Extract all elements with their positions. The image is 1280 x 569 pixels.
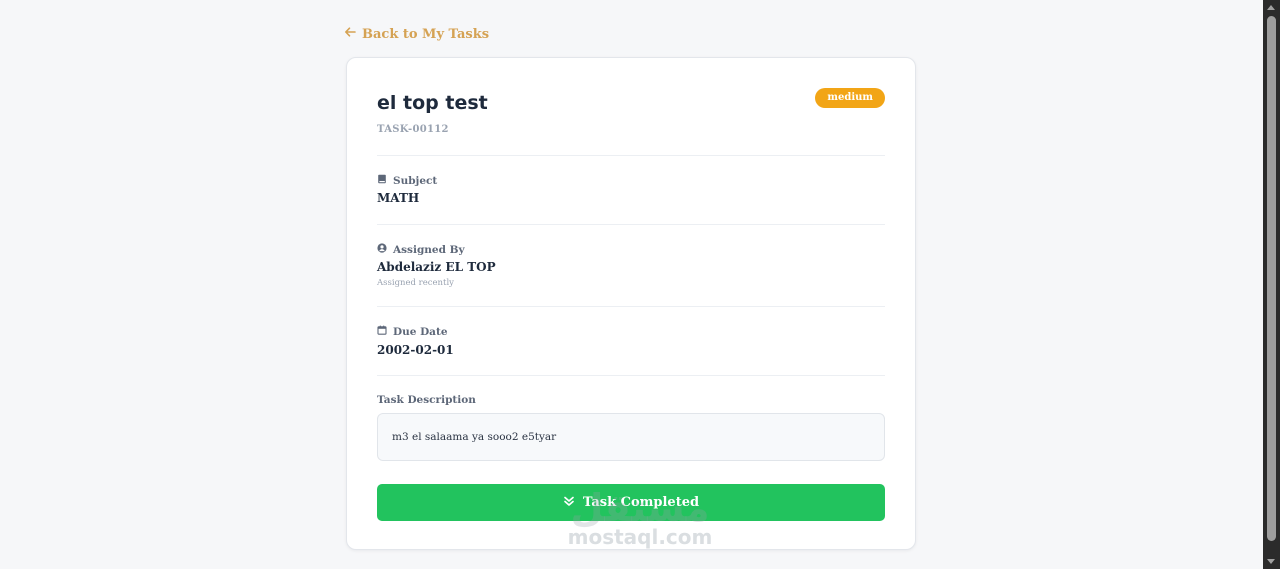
scroll-thumb[interactable] bbox=[1267, 16, 1276, 541]
assigned-by-label: Assigned By bbox=[377, 243, 465, 256]
task-card: el top test TASK-00112 medium Subject MA… bbox=[346, 57, 916, 550]
back-to-tasks-link[interactable]: Back to My Tasks bbox=[344, 26, 489, 42]
task-details-page: Back to My Tasks el top test TASK-00112 … bbox=[0, 0, 1280, 569]
calendar-icon bbox=[377, 325, 387, 338]
subject-label: Subject bbox=[377, 174, 437, 187]
vertical-scrollbar[interactable] bbox=[1263, 0, 1280, 569]
assigned-by-label-text: Assigned By bbox=[393, 243, 465, 256]
divider bbox=[377, 306, 885, 307]
divider bbox=[377, 375, 885, 376]
subject-value: MATH bbox=[377, 191, 420, 205]
divider bbox=[377, 224, 885, 225]
due-date-label: Due Date bbox=[377, 325, 448, 338]
scroll-down-arrow-icon[interactable] bbox=[1267, 559, 1275, 564]
subject-label-text: Subject bbox=[393, 174, 438, 187]
task-completed-label: Task Completed bbox=[582, 495, 700, 510]
task-id: TASK-00112 bbox=[377, 124, 449, 135]
arrow-left-icon bbox=[344, 26, 356, 42]
due-date-value: 2002-02-01 bbox=[377, 343, 454, 357]
book-icon bbox=[377, 174, 387, 187]
due-date-label-text: Due Date bbox=[393, 325, 448, 338]
task-description: m3 el salaama ya sooo2 e5tyar bbox=[377, 413, 885, 461]
user-circle-icon bbox=[377, 243, 387, 256]
task-title: el top test bbox=[377, 92, 488, 114]
back-link-label: Back to My Tasks bbox=[362, 26, 490, 42]
double-check-icon bbox=[563, 495, 575, 511]
assigned-time: Assigned recently bbox=[377, 278, 454, 288]
description-label: Task Description bbox=[377, 394, 476, 406]
divider bbox=[377, 155, 885, 156]
scroll-up-arrow-icon[interactable] bbox=[1267, 5, 1275, 10]
task-description-text: m3 el salaama ya sooo2 e5tyar bbox=[392, 431, 557, 443]
priority-badge: medium bbox=[815, 88, 885, 108]
task-completed-button[interactable]: Task Completed bbox=[377, 484, 885, 521]
assigned-by-value: Abdelaziz EL TOP bbox=[377, 260, 496, 274]
